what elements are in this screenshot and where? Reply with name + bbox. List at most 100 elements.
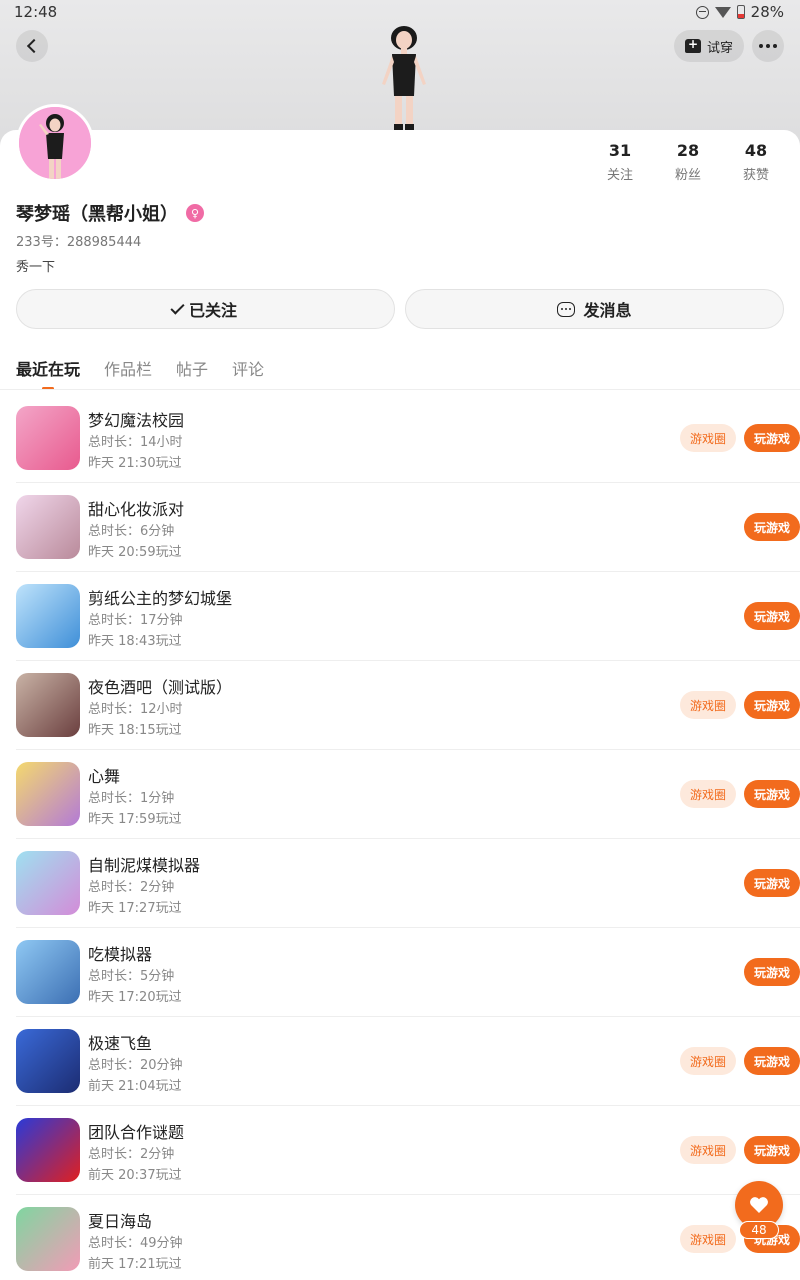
game-row[interactable]: 夏日海岛 总时长：49分钟 前天 17:21玩过 游戏圈 玩游戏	[16, 1195, 800, 1280]
chat-bubble-icon	[557, 301, 576, 317]
game-icon[interactable]	[16, 584, 80, 648]
game-row[interactable]: 甜心化妆派对 总时长：6分钟 昨天 20:59玩过 玩游戏	[16, 483, 800, 572]
status-time: 12:48	[14, 3, 58, 21]
profile-tabs: 最近在玩 作品栏 帖子 评论	[16, 356, 264, 390]
more-options-button[interactable]	[752, 30, 784, 62]
tabs-divider	[0, 389, 800, 390]
stat-following[interactable]: 31 关注	[586, 141, 654, 183]
game-duration: 总时长：12小时	[88, 702, 183, 717]
game-icon[interactable]	[16, 495, 80, 559]
game-name: 吃模拟器	[88, 945, 153, 964]
user-id: 233号：288985444	[16, 235, 142, 250]
stat-count: 28	[676, 141, 700, 160]
game-icon[interactable]	[16, 406, 80, 470]
game-circle-button[interactable]: 游戏圈	[680, 1225, 736, 1253]
play-game-button[interactable]: 玩游戏	[744, 691, 800, 719]
game-duration: 总时长：14小时	[88, 435, 183, 450]
stat-followers[interactable]: 28 粉丝	[654, 141, 722, 183]
back-button[interactable]	[16, 30, 48, 62]
game-duration: 总时长：2分钟	[88, 1147, 175, 1162]
play-game-button[interactable]: 玩游戏	[744, 780, 800, 808]
game-icon[interactable]	[16, 1207, 80, 1271]
game-last-played: 昨天 18:43玩过	[88, 634, 182, 649]
game-duration: 总时长：5分钟	[88, 969, 175, 984]
game-name: 剪纸公主的梦幻城堡	[88, 589, 233, 608]
game-name: 梦幻魔法校园	[88, 411, 185, 430]
game-circle-button[interactable]: 游戏圈	[680, 1136, 736, 1164]
game-circle-button[interactable]: 游戏圈	[680, 1047, 736, 1075]
game-icon[interactable]	[16, 851, 80, 915]
play-game-button[interactable]: 玩游戏	[744, 958, 800, 986]
game-last-played: 昨天 17:59玩过	[88, 812, 182, 827]
stat-likes[interactable]: 48 获赞	[722, 141, 790, 183]
recent-games-list: 梦幻魔法校园 总时长：14小时 昨天 21:30玩过 游戏圈 玩游戏 甜心化妆派对 总时长：…	[0, 394, 800, 1280]
game-row[interactable]: 极速飞鱼总时长：20分钟 前天 21:04玩过 游戏圈 玩游戏	[16, 1017, 800, 1106]
game-last-played: 昨天 20:59玩过	[88, 545, 182, 560]
game-row[interactable]: 团队合作谜题 总时长：2分钟 前天 20:37玩过 游戏圈 玩游戏	[16, 1106, 800, 1195]
game-icon[interactable]	[16, 1029, 80, 1093]
play-game-button[interactable]: 玩游戏	[744, 1136, 800, 1164]
try-on-button[interactable]: 试穿	[674, 30, 744, 62]
game-row[interactable]: 吃模拟器总时长：5分钟 昨天 17:20玩过 玩游戏	[16, 928, 800, 1017]
game-last-played: 昨天 17:20玩过	[88, 990, 182, 1005]
game-icon[interactable]	[16, 762, 80, 826]
stat-label: 粉丝	[674, 168, 701, 183]
female-gender-icon: ♀	[186, 204, 204, 222]
game-icon[interactable]	[16, 673, 80, 737]
play-game-button[interactable]: 玩游戏	[744, 513, 800, 541]
do-not-disturb-icon	[695, 5, 709, 19]
check-icon	[170, 299, 185, 315]
game-last-played: 昨天 21:30玩过	[88, 456, 182, 471]
followed-button[interactable]: 已关注	[16, 289, 395, 329]
tab-posts[interactable]: 帖子	[176, 356, 208, 380]
battery-icon	[736, 5, 745, 19]
game-duration: 总时长：49分钟	[88, 1236, 183, 1251]
play-game-button[interactable]: 玩游戏	[744, 424, 800, 452]
more-dot-icon	[773, 44, 777, 48]
game-name: 心舞	[88, 767, 121, 786]
status-bar: 12:48 28%	[0, 0, 800, 26]
play-game-button[interactable]: 玩游戏	[744, 602, 800, 630]
game-last-played: 前天 17:21玩过	[88, 1257, 182, 1272]
more-dot-icon	[759, 44, 763, 48]
username: 琴梦瑶（黑帮小姐）	[16, 204, 178, 225]
like-count: 48	[739, 1221, 779, 1239]
game-row[interactable]: 剪纸公主的梦幻城堡总时长：17分钟 昨天 18:43玩过 玩游戏	[16, 572, 800, 661]
game-row[interactable]: 夜色酒吧（测试版） 总时长：12小时 昨天 18:15玩过 游戏圈 玩游戏	[16, 661, 800, 750]
more-dot-icon	[766, 44, 770, 48]
status-icons: 28%	[695, 3, 784, 21]
game-duration: 总时长：17分钟	[88, 613, 183, 628]
game-icon[interactable]	[16, 940, 80, 1004]
wifi-icon	[714, 6, 731, 18]
game-row[interactable]: 梦幻魔法校园总时长：14小时 昨天 21:30玩过 游戏圈 玩游戏	[16, 394, 800, 483]
game-name: 极速飞鱼	[88, 1034, 153, 1053]
game-duration: 总时长：2分钟	[88, 880, 175, 895]
avatar[interactable]	[16, 104, 94, 182]
game-circle-button[interactable]: 游戏圈	[680, 424, 736, 452]
game-duration: 总时长：6分钟	[88, 524, 175, 539]
game-last-played: 前天 21:04玩过	[88, 1079, 182, 1094]
avatar-character-figure	[382, 26, 426, 130]
user-bio: 秀一下	[16, 260, 56, 275]
tab-recently-played[interactable]: 最近在玩	[16, 356, 80, 390]
avatar-image	[19, 107, 91, 179]
game-row[interactable]: 自制泥煤模拟器 总时长：2分钟 昨天 17:27玩过 玩游戏	[16, 839, 800, 928]
tab-comments[interactable]: 评论	[232, 356, 264, 380]
game-row[interactable]: 心舞总时长：1分钟 昨天 17:59玩过 游戏圈 玩游戏	[16, 750, 800, 839]
tab-works[interactable]: 作品栏	[104, 356, 152, 380]
game-duration: 总时长：1分钟	[88, 791, 175, 806]
stat-count: 48	[744, 141, 768, 160]
game-circle-button[interactable]: 游戏圈	[680, 780, 736, 808]
game-icon[interactable]	[16, 1118, 80, 1182]
send-message-button[interactable]: 发消息	[405, 289, 784, 329]
game-name: 夏日海岛	[88, 1212, 153, 1231]
play-game-button[interactable]: 玩游戏	[744, 1047, 800, 1075]
game-duration: 总时长：20分钟	[88, 1058, 183, 1073]
followed-label: 已关注	[188, 301, 237, 320]
play-game-button[interactable]: 玩游戏	[744, 869, 800, 897]
try-on-label: 试穿	[706, 40, 733, 56]
game-circle-button[interactable]: 游戏圈	[680, 691, 736, 719]
game-last-played: 昨天 18:15玩过	[88, 723, 182, 738]
battery-percent: 28%	[750, 3, 784, 21]
back-arrow-icon	[26, 38, 42, 54]
